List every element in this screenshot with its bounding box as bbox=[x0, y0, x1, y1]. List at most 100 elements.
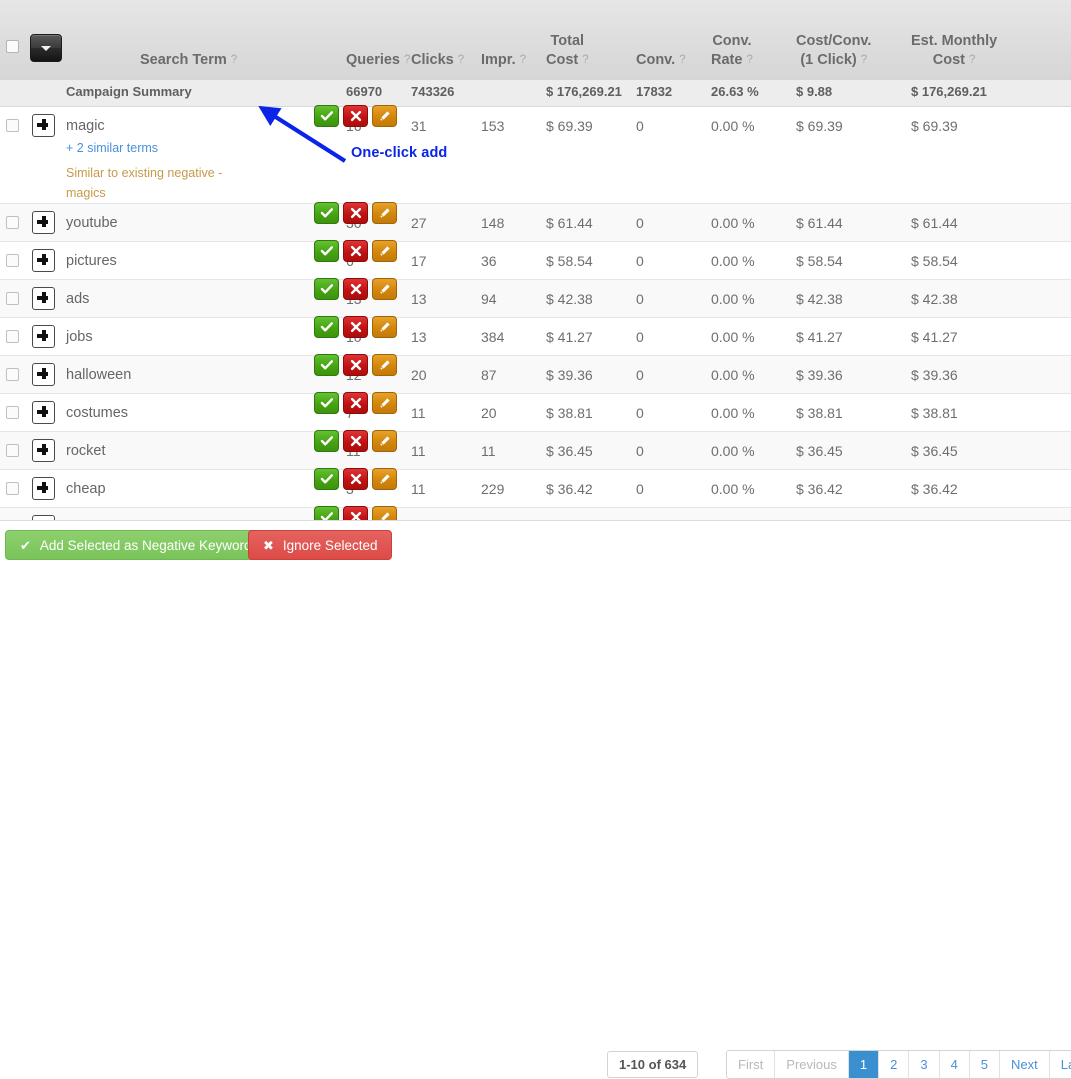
similar-terms-link[interactable]: + 2 similar terms bbox=[66, 141, 346, 156]
select-all-checkbox[interactable] bbox=[6, 40, 19, 53]
help-icon-cost-per-conv[interactable]: ? bbox=[861, 54, 867, 66]
header-label-total-cost-line2: Cost bbox=[546, 52, 579, 68]
expand-row-button[interactable] bbox=[32, 286, 55, 310]
help-icon-conversions[interactable]: ? bbox=[679, 54, 685, 66]
approve-check-icon[interactable] bbox=[314, 277, 339, 300]
expand-row-button[interactable] bbox=[32, 362, 55, 386]
help-icon-est-monthly-cost[interactable]: ? bbox=[969, 54, 975, 66]
pagination-item-4[interactable]: 4 bbox=[939, 1051, 970, 1078]
approve-check-icon[interactable] bbox=[314, 201, 339, 224]
approve-check-icon[interactable] bbox=[314, 239, 339, 262]
expand-row-button[interactable] bbox=[32, 113, 55, 137]
reject-cross-icon[interactable] bbox=[343, 429, 368, 452]
header-conversions[interactable]: Conv.? bbox=[636, 0, 711, 80]
approve-check-icon[interactable] bbox=[314, 353, 339, 376]
row-checkbox[interactable] bbox=[6, 481, 19, 495]
reject-cross-icon[interactable] bbox=[343, 467, 368, 490]
ignore-selected-button[interactable]: ✖ Ignore Selected bbox=[248, 530, 393, 560]
cell-clicks: 11 bbox=[411, 431, 481, 470]
cell-total-cost: $ 58.54 bbox=[546, 241, 636, 280]
edit-pencil-icon[interactable] bbox=[372, 104, 397, 127]
cell-cost-per-conv: $ 36.45 bbox=[796, 431, 911, 470]
row-action-buttons bbox=[314, 467, 397, 490]
row-checkbox[interactable] bbox=[6, 118, 19, 132]
edit-pencil-icon[interactable] bbox=[372, 429, 397, 452]
header-search-term[interactable]: Search Term? bbox=[66, 0, 346, 80]
header-est-monthly-cost[interactable]: Est. Monthly Cost? bbox=[911, 0, 1071, 80]
approve-check-icon[interactable] bbox=[314, 391, 339, 414]
expand-row-button[interactable] bbox=[32, 400, 55, 424]
row-checkbox[interactable] bbox=[6, 329, 19, 343]
approve-check-icon[interactable] bbox=[314, 467, 339, 490]
help-icon-clicks[interactable]: ? bbox=[458, 54, 464, 66]
row-expand-cell bbox=[28, 431, 66, 470]
row-checkbox[interactable] bbox=[6, 367, 19, 381]
row-select-cell bbox=[0, 393, 28, 432]
row-action-buttons bbox=[314, 104, 397, 127]
pagination: FirstPrevious12345NextLast bbox=[726, 1050, 1071, 1079]
cell-total-cost: $ 61.44 bbox=[546, 203, 636, 242]
cell-total-cost: $ 38.81 bbox=[546, 393, 636, 432]
row-select-cell bbox=[0, 469, 28, 508]
reject-cross-icon[interactable] bbox=[343, 315, 368, 338]
reject-cross-icon[interactable] bbox=[343, 353, 368, 376]
pagination-item-last[interactable]: Last bbox=[1049, 1051, 1071, 1078]
help-icon-queries[interactable]: ? bbox=[404, 54, 410, 66]
help-icon-search-term[interactable]: ? bbox=[231, 54, 237, 66]
expand-row-button[interactable] bbox=[32, 324, 55, 348]
edit-pencil-icon[interactable] bbox=[372, 391, 397, 414]
expand-row-button[interactable] bbox=[32, 438, 55, 462]
approve-check-icon[interactable] bbox=[314, 104, 339, 127]
cell-total-cost: $ 36.45 bbox=[546, 431, 636, 470]
row-select-cell bbox=[0, 279, 28, 318]
row-checkbox[interactable] bbox=[6, 253, 19, 267]
edit-pencil-icon[interactable] bbox=[372, 239, 397, 262]
pagination-item-next[interactable]: Next bbox=[1000, 1051, 1050, 1078]
search-term-label: pictures bbox=[66, 252, 117, 269]
edit-pencil-icon[interactable] bbox=[372, 277, 397, 300]
expand-row-button[interactable] bbox=[32, 248, 55, 272]
table-footer: ✔ Add Selected as Negative Keywords ✖ Ig… bbox=[0, 520, 1071, 1079]
header-cost-per-conv[interactable]: Cost/Conv. (1 Click)? bbox=[796, 0, 911, 80]
edit-pencil-icon[interactable] bbox=[372, 201, 397, 224]
approve-check-icon[interactable] bbox=[314, 315, 339, 338]
help-icon-conv-rate[interactable]: ? bbox=[746, 54, 752, 66]
cell-conversions: 0 bbox=[636, 431, 711, 470]
help-icon-impressions[interactable]: ? bbox=[520, 54, 526, 66]
search-term-cell: magic + 2 similar terms Similar to existin… bbox=[66, 104, 397, 204]
cell-est-monthly-cost: $ 38.81 bbox=[911, 393, 1071, 432]
pagination-item-3[interactable]: 3 bbox=[909, 1051, 940, 1078]
edit-pencil-icon[interactable] bbox=[372, 353, 397, 376]
header-impressions[interactable]: Impr.? bbox=[481, 0, 546, 80]
reject-cross-icon[interactable] bbox=[343, 391, 368, 414]
column-options-dropdown-button[interactable] bbox=[30, 34, 62, 62]
reject-cross-icon[interactable] bbox=[343, 239, 368, 262]
header-queries[interactable]: Queries? bbox=[346, 0, 411, 80]
pagination-item-2[interactable]: 2 bbox=[879, 1051, 910, 1078]
reject-cross-icon[interactable] bbox=[343, 277, 368, 300]
help-icon-total-cost[interactable]: ? bbox=[582, 54, 588, 66]
row-expand-cell bbox=[28, 279, 66, 318]
edit-pencil-icon[interactable] bbox=[372, 467, 397, 490]
header-conv-rate[interactable]: Conv. Rate? bbox=[711, 0, 796, 80]
edit-pencil-icon[interactable] bbox=[372, 315, 397, 338]
expand-row-button[interactable] bbox=[32, 210, 55, 234]
header-clicks[interactable]: Clicks? bbox=[411, 0, 481, 80]
reject-cross-icon[interactable] bbox=[343, 104, 368, 127]
cell-impressions: 36 bbox=[481, 241, 546, 280]
row-checkbox[interactable] bbox=[6, 291, 19, 305]
cell-est-monthly-cost: $ 36.45 bbox=[911, 431, 1071, 470]
row-checkbox[interactable] bbox=[6, 215, 19, 229]
reject-cross-icon[interactable] bbox=[343, 201, 368, 224]
add-selected-as-negative-keywords-button[interactable]: ✔ Add Selected as Negative Keywords bbox=[5, 530, 274, 560]
table-row: halloween122087$ 39.3600.00 %$ 39.36$ 39… bbox=[0, 353, 1071, 394]
pagination-item-5[interactable]: 5 bbox=[969, 1051, 1001, 1078]
row-checkbox[interactable] bbox=[6, 405, 19, 419]
row-checkbox[interactable] bbox=[6, 443, 19, 457]
expand-row-button[interactable] bbox=[32, 476, 55, 500]
pagination-item-1: 1 bbox=[848, 1051, 880, 1078]
header-total-cost[interactable]: Total Cost? bbox=[546, 0, 636, 80]
row-action-buttons bbox=[314, 315, 397, 338]
approve-check-icon[interactable] bbox=[314, 429, 339, 452]
cell-clicks: 13 bbox=[411, 317, 481, 356]
